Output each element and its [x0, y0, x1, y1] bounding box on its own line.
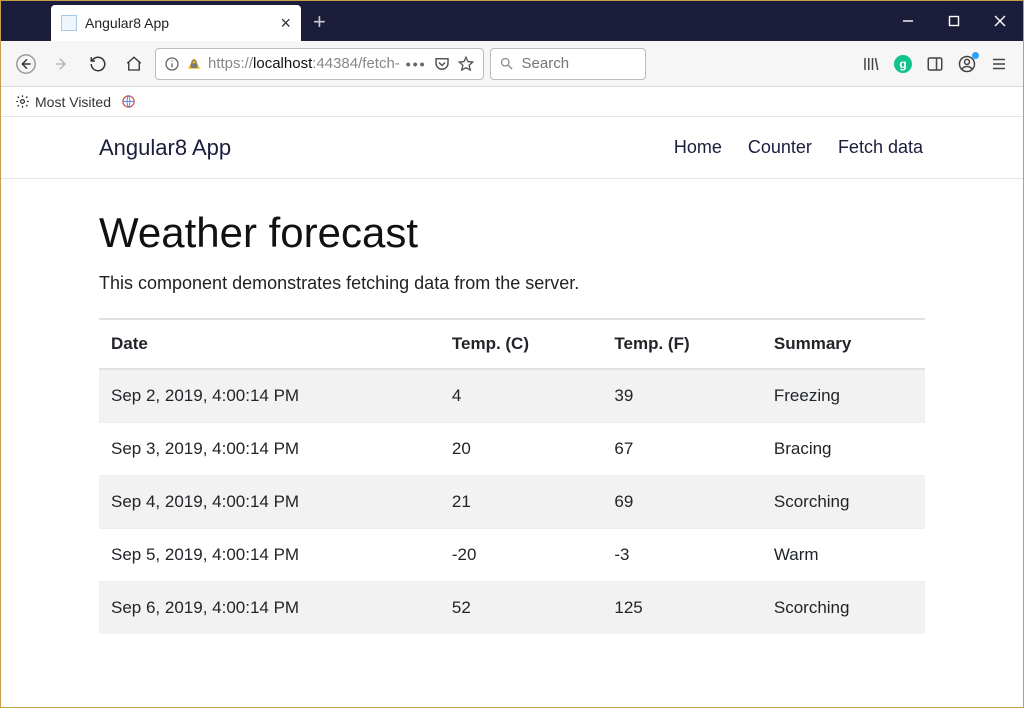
window-close-button[interactable]: [977, 1, 1023, 41]
page-lead: This component demonstrates fetching dat…: [99, 273, 925, 294]
tab-close-icon[interactable]: ×: [280, 14, 291, 32]
page-actions-icon[interactable]: •••: [406, 56, 427, 72]
cell-temp-c: 52: [440, 582, 603, 635]
bookmarks-bar: Most Visited: [1, 87, 1023, 117]
cell-temp-f: 67: [602, 423, 761, 476]
nav-fetch-data[interactable]: Fetch data: [838, 137, 923, 158]
home-button[interactable]: [119, 49, 149, 79]
back-button[interactable]: [11, 49, 41, 79]
col-temp-c: Temp. (C): [440, 319, 603, 369]
address-bar[interactable]: https://localhost:44384/fetch- •••: [155, 48, 484, 80]
page-content: Angular8 App Home Counter Fetch data Wea…: [1, 117, 1023, 634]
nav-home[interactable]: Home: [674, 137, 722, 158]
page-title: Weather forecast: [99, 209, 925, 257]
app-navbar: Angular8 App Home Counter Fetch data: [1, 117, 1023, 179]
cell-summary: Bracing: [762, 423, 925, 476]
app-brand[interactable]: Angular8 App: [99, 135, 231, 161]
col-date: Date: [99, 319, 440, 369]
account-icon[interactable]: [957, 54, 977, 74]
cell-date: Sep 6, 2019, 4:00:14 PM: [99, 582, 440, 635]
tab-favicon: [61, 15, 77, 31]
globe-icon: [121, 94, 136, 109]
cell-temp-f: 39: [602, 369, 761, 423]
table-header-row: Date Temp. (C) Temp. (F) Summary: [99, 319, 925, 369]
cell-summary: Scorching: [762, 476, 925, 529]
window-minimize-button[interactable]: [885, 1, 931, 41]
cell-temp-c: -20: [440, 529, 603, 582]
search-input[interactable]: [520, 54, 637, 73]
toolbar-right-icons: g: [861, 54, 1013, 74]
url-text: https://localhost:44384/fetch-: [208, 55, 400, 72]
bookmark-star-icon[interactable]: [457, 55, 475, 73]
browser-tab[interactable]: Angular8 App ×: [51, 5, 301, 41]
cell-summary: Warm: [762, 529, 925, 582]
col-summary: Summary: [762, 319, 925, 369]
new-tab-button[interactable]: +: [313, 9, 326, 35]
cell-temp-f: -3: [602, 529, 761, 582]
cell-temp-f: 69: [602, 476, 761, 529]
window-maximize-button[interactable]: [931, 1, 977, 41]
content-area: Weather forecast This component demonstr…: [1, 179, 1023, 634]
table-row: Sep 6, 2019, 4:00:14 PM 52 125 Scorching: [99, 582, 925, 635]
cell-temp-c: 20: [440, 423, 603, 476]
cell-date: Sep 4, 2019, 4:00:14 PM: [99, 476, 440, 529]
search-bar[interactable]: [490, 48, 646, 80]
tab-title: Angular8 App: [85, 15, 272, 31]
table-row: Sep 5, 2019, 4:00:14 PM -20 -3 Warm: [99, 529, 925, 582]
cell-date: Sep 5, 2019, 4:00:14 PM: [99, 529, 440, 582]
forward-button[interactable]: [47, 49, 77, 79]
app-nav-links: Home Counter Fetch data: [674, 137, 1023, 158]
cell-summary: Scorching: [762, 582, 925, 635]
reload-button[interactable]: [83, 49, 113, 79]
bookmark-item[interactable]: [121, 94, 136, 109]
cell-date: Sep 2, 2019, 4:00:14 PM: [99, 369, 440, 423]
gear-icon: [15, 94, 30, 109]
sidebar-icon[interactable]: [925, 54, 945, 74]
grammarly-extension-icon[interactable]: g: [893, 54, 913, 74]
cell-temp-f: 125: [602, 582, 761, 635]
cell-date: Sep 3, 2019, 4:00:14 PM: [99, 423, 440, 476]
forecast-table: Date Temp. (C) Temp. (F) Summary Sep 2, …: [99, 318, 925, 634]
window-titlebar: Angular8 App × +: [1, 1, 1023, 41]
bookmark-most-visited[interactable]: Most Visited: [15, 94, 111, 110]
hamburger-menu-icon[interactable]: [989, 54, 1009, 74]
table-row: Sep 3, 2019, 4:00:14 PM 20 67 Bracing: [99, 423, 925, 476]
col-temp-f: Temp. (F): [602, 319, 761, 369]
nav-counter[interactable]: Counter: [748, 137, 812, 158]
site-info-icon[interactable]: [164, 56, 180, 72]
table-row: Sep 2, 2019, 4:00:14 PM 4 39 Freezing: [99, 369, 925, 423]
mixed-content-warning-icon[interactable]: [186, 56, 202, 72]
library-icon[interactable]: [861, 54, 881, 74]
cell-temp-c: 4: [440, 369, 603, 423]
window-controls: [885, 1, 1023, 41]
bookmark-label: Most Visited: [35, 94, 111, 110]
table-row: Sep 4, 2019, 4:00:14 PM 21 69 Scorching: [99, 476, 925, 529]
search-icon: [499, 56, 514, 71]
pocket-icon[interactable]: [433, 55, 451, 73]
browser-toolbar: https://localhost:44384/fetch- ••• g: [1, 41, 1023, 87]
cell-summary: Freezing: [762, 369, 925, 423]
cell-temp-c: 21: [440, 476, 603, 529]
